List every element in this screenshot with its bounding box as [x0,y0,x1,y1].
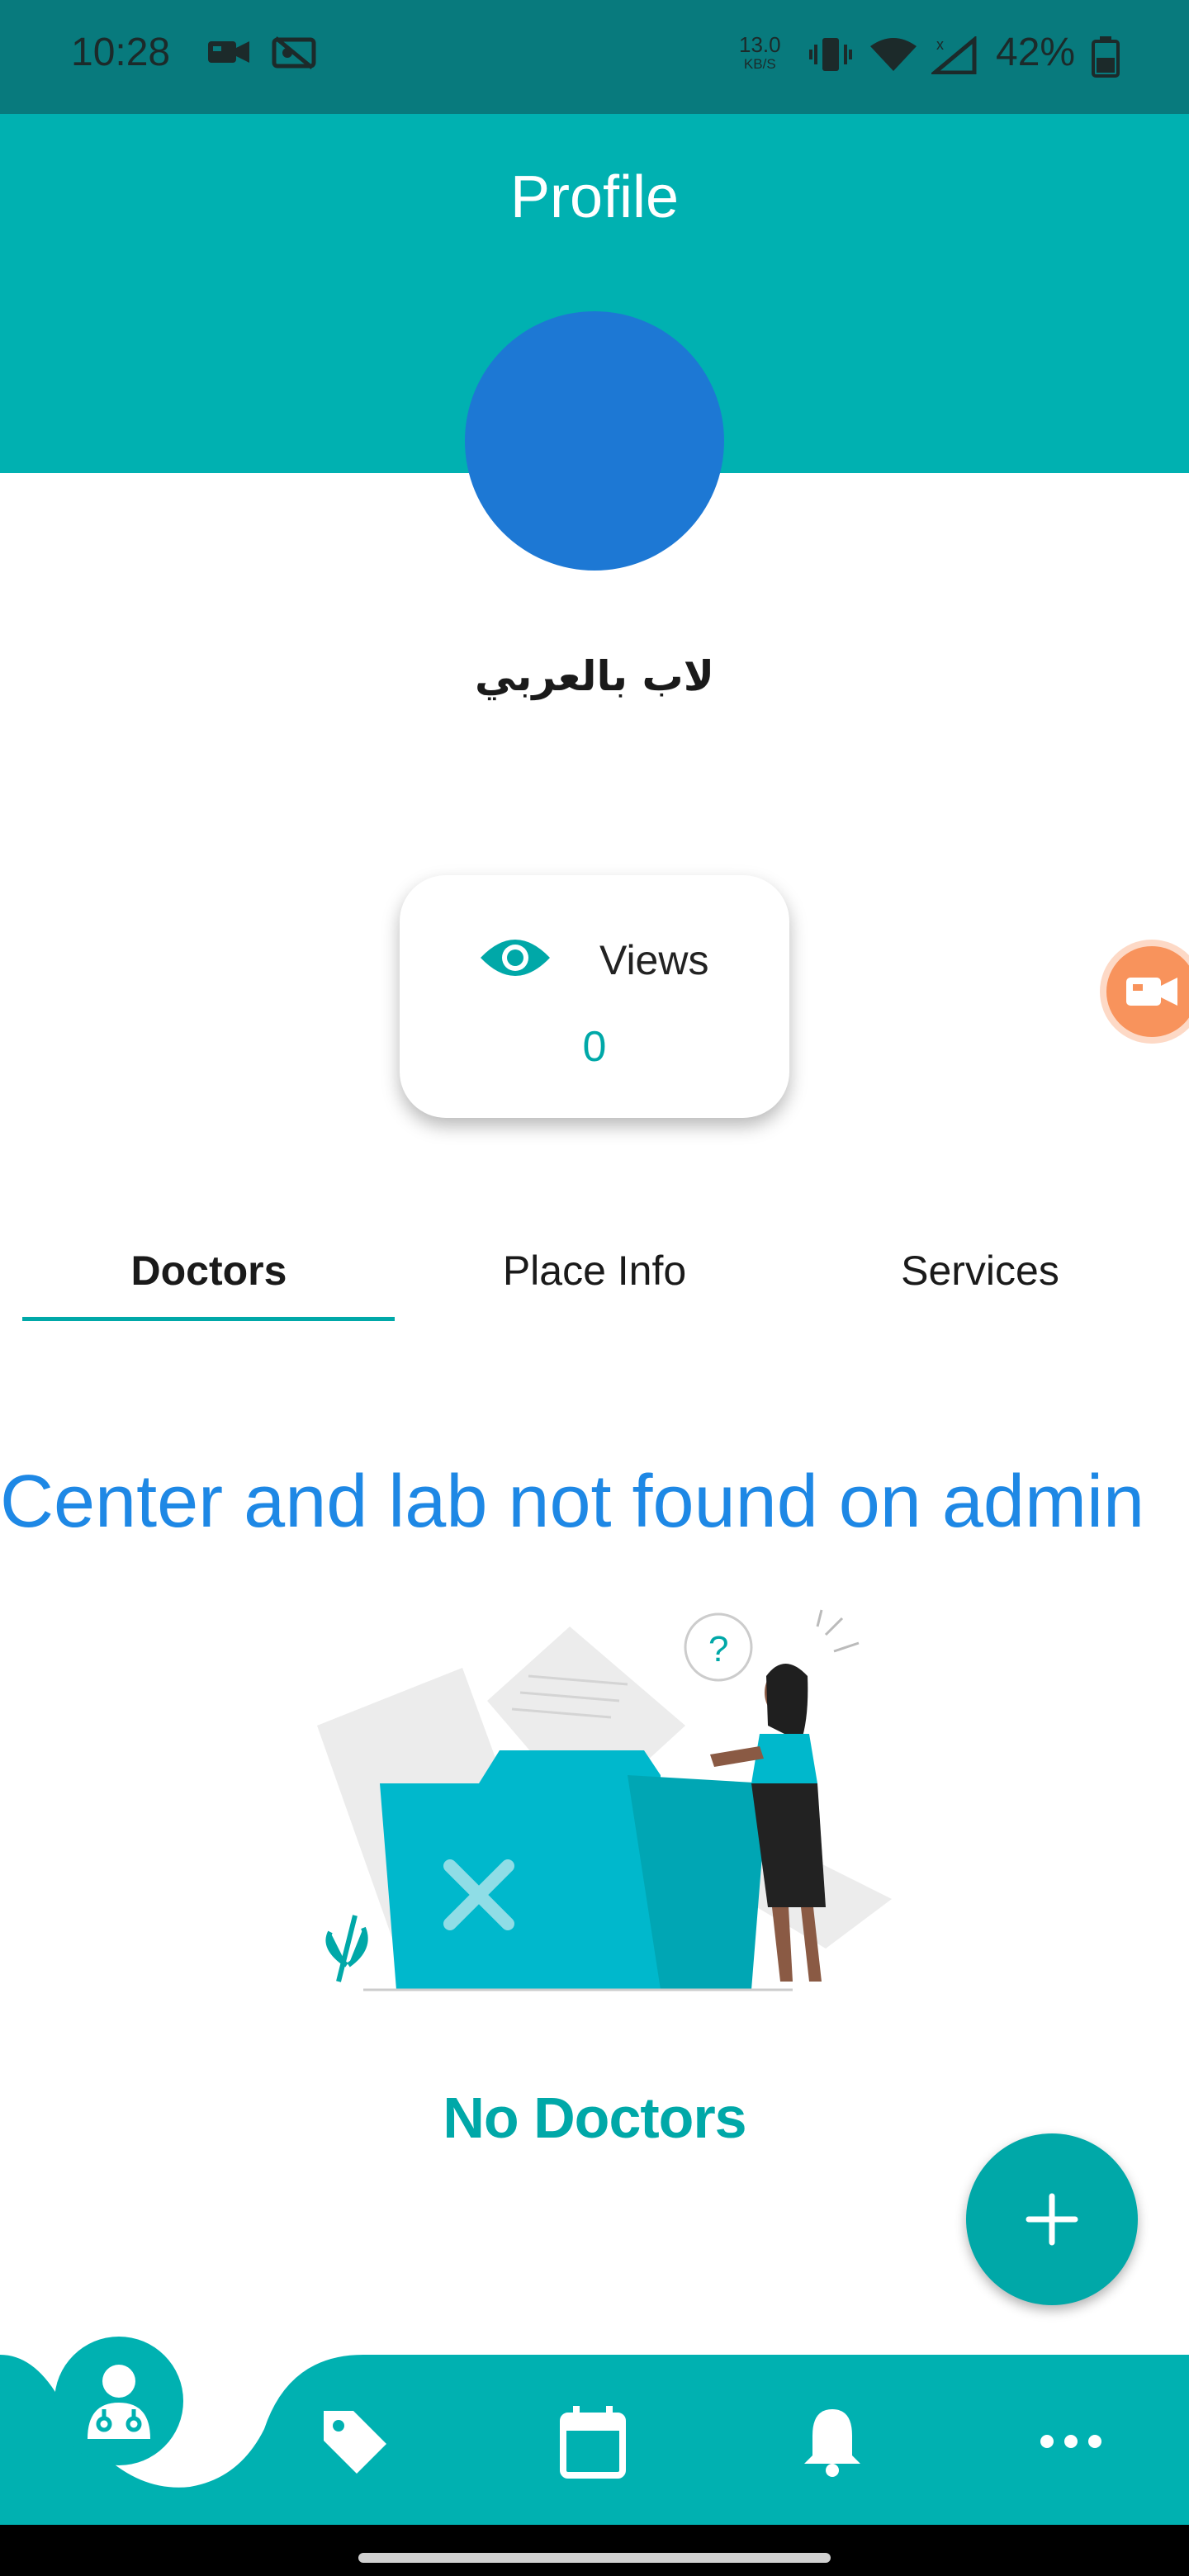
svg-text:?: ? [708,1629,728,1669]
empty-folder-illustration: ? [314,1602,908,1998]
views-label: Views [599,937,709,983]
tab-bar: Doctors Place Info Services [0,1238,1189,1329]
more-icon [1034,2435,1108,2482]
profile-name: لاب بالعربي [475,652,714,700]
bell-icon [799,2409,865,2482]
nav-calendar[interactable] [558,2404,641,2487]
tab-place-info[interactable]: Place Info [400,1247,789,1295]
vibrate-icon [809,36,852,77]
avatar[interactable] [465,311,724,571]
empty-state-heading: Center and lab not found on admin [0,1461,1144,1543]
floating-video-button[interactable] [1106,946,1189,1037]
tag-icon [317,2411,391,2482]
doctor-icon [83,2361,155,2445]
net-speed: 13.0 KB/S [739,32,781,74]
battery-percent: 42% [996,31,1076,74]
status-time: 10:28 [71,31,171,74]
nav-tags[interactable] [317,2404,400,2487]
calendar-icon [558,2406,628,2482]
home-indicator[interactable] [358,2553,831,2563]
wifi-icon [869,36,918,77]
signal-icon: x [929,35,978,78]
nav-more[interactable] [1034,2404,1116,2487]
add-button[interactable] [966,2133,1138,2305]
empty-state-title: No Doctors [443,2086,746,2150]
net-speed-unit: KB/S [743,56,776,72]
video-camera-icon [206,36,251,72]
battery-icon [1092,36,1120,82]
eye-icon [479,933,552,987]
views-card: Views 0 [400,875,789,1118]
gesture-bar [0,2525,1189,2576]
bottom-navigation [0,2337,1189,2525]
cast-off-icon [271,36,317,73]
tab-services[interactable]: Services [786,1247,1174,1295]
svg-text:x: x [936,36,944,53]
views-count: 0 [582,1023,607,1071]
tab-doctors[interactable]: Doctors [15,1247,403,1295]
nav-doctor[interactable] [54,2337,183,2465]
nav-notifications[interactable] [799,2404,882,2487]
tab-indicator [22,1317,395,1321]
status-bar: 10:28 13.0 KB/S x 42% [0,0,1189,114]
net-speed-value: 13.0 [739,32,781,57]
page-title: Profile [509,164,680,230]
video-camera-icon [1125,974,1179,1013]
plus-icon [1026,2193,1078,2246]
